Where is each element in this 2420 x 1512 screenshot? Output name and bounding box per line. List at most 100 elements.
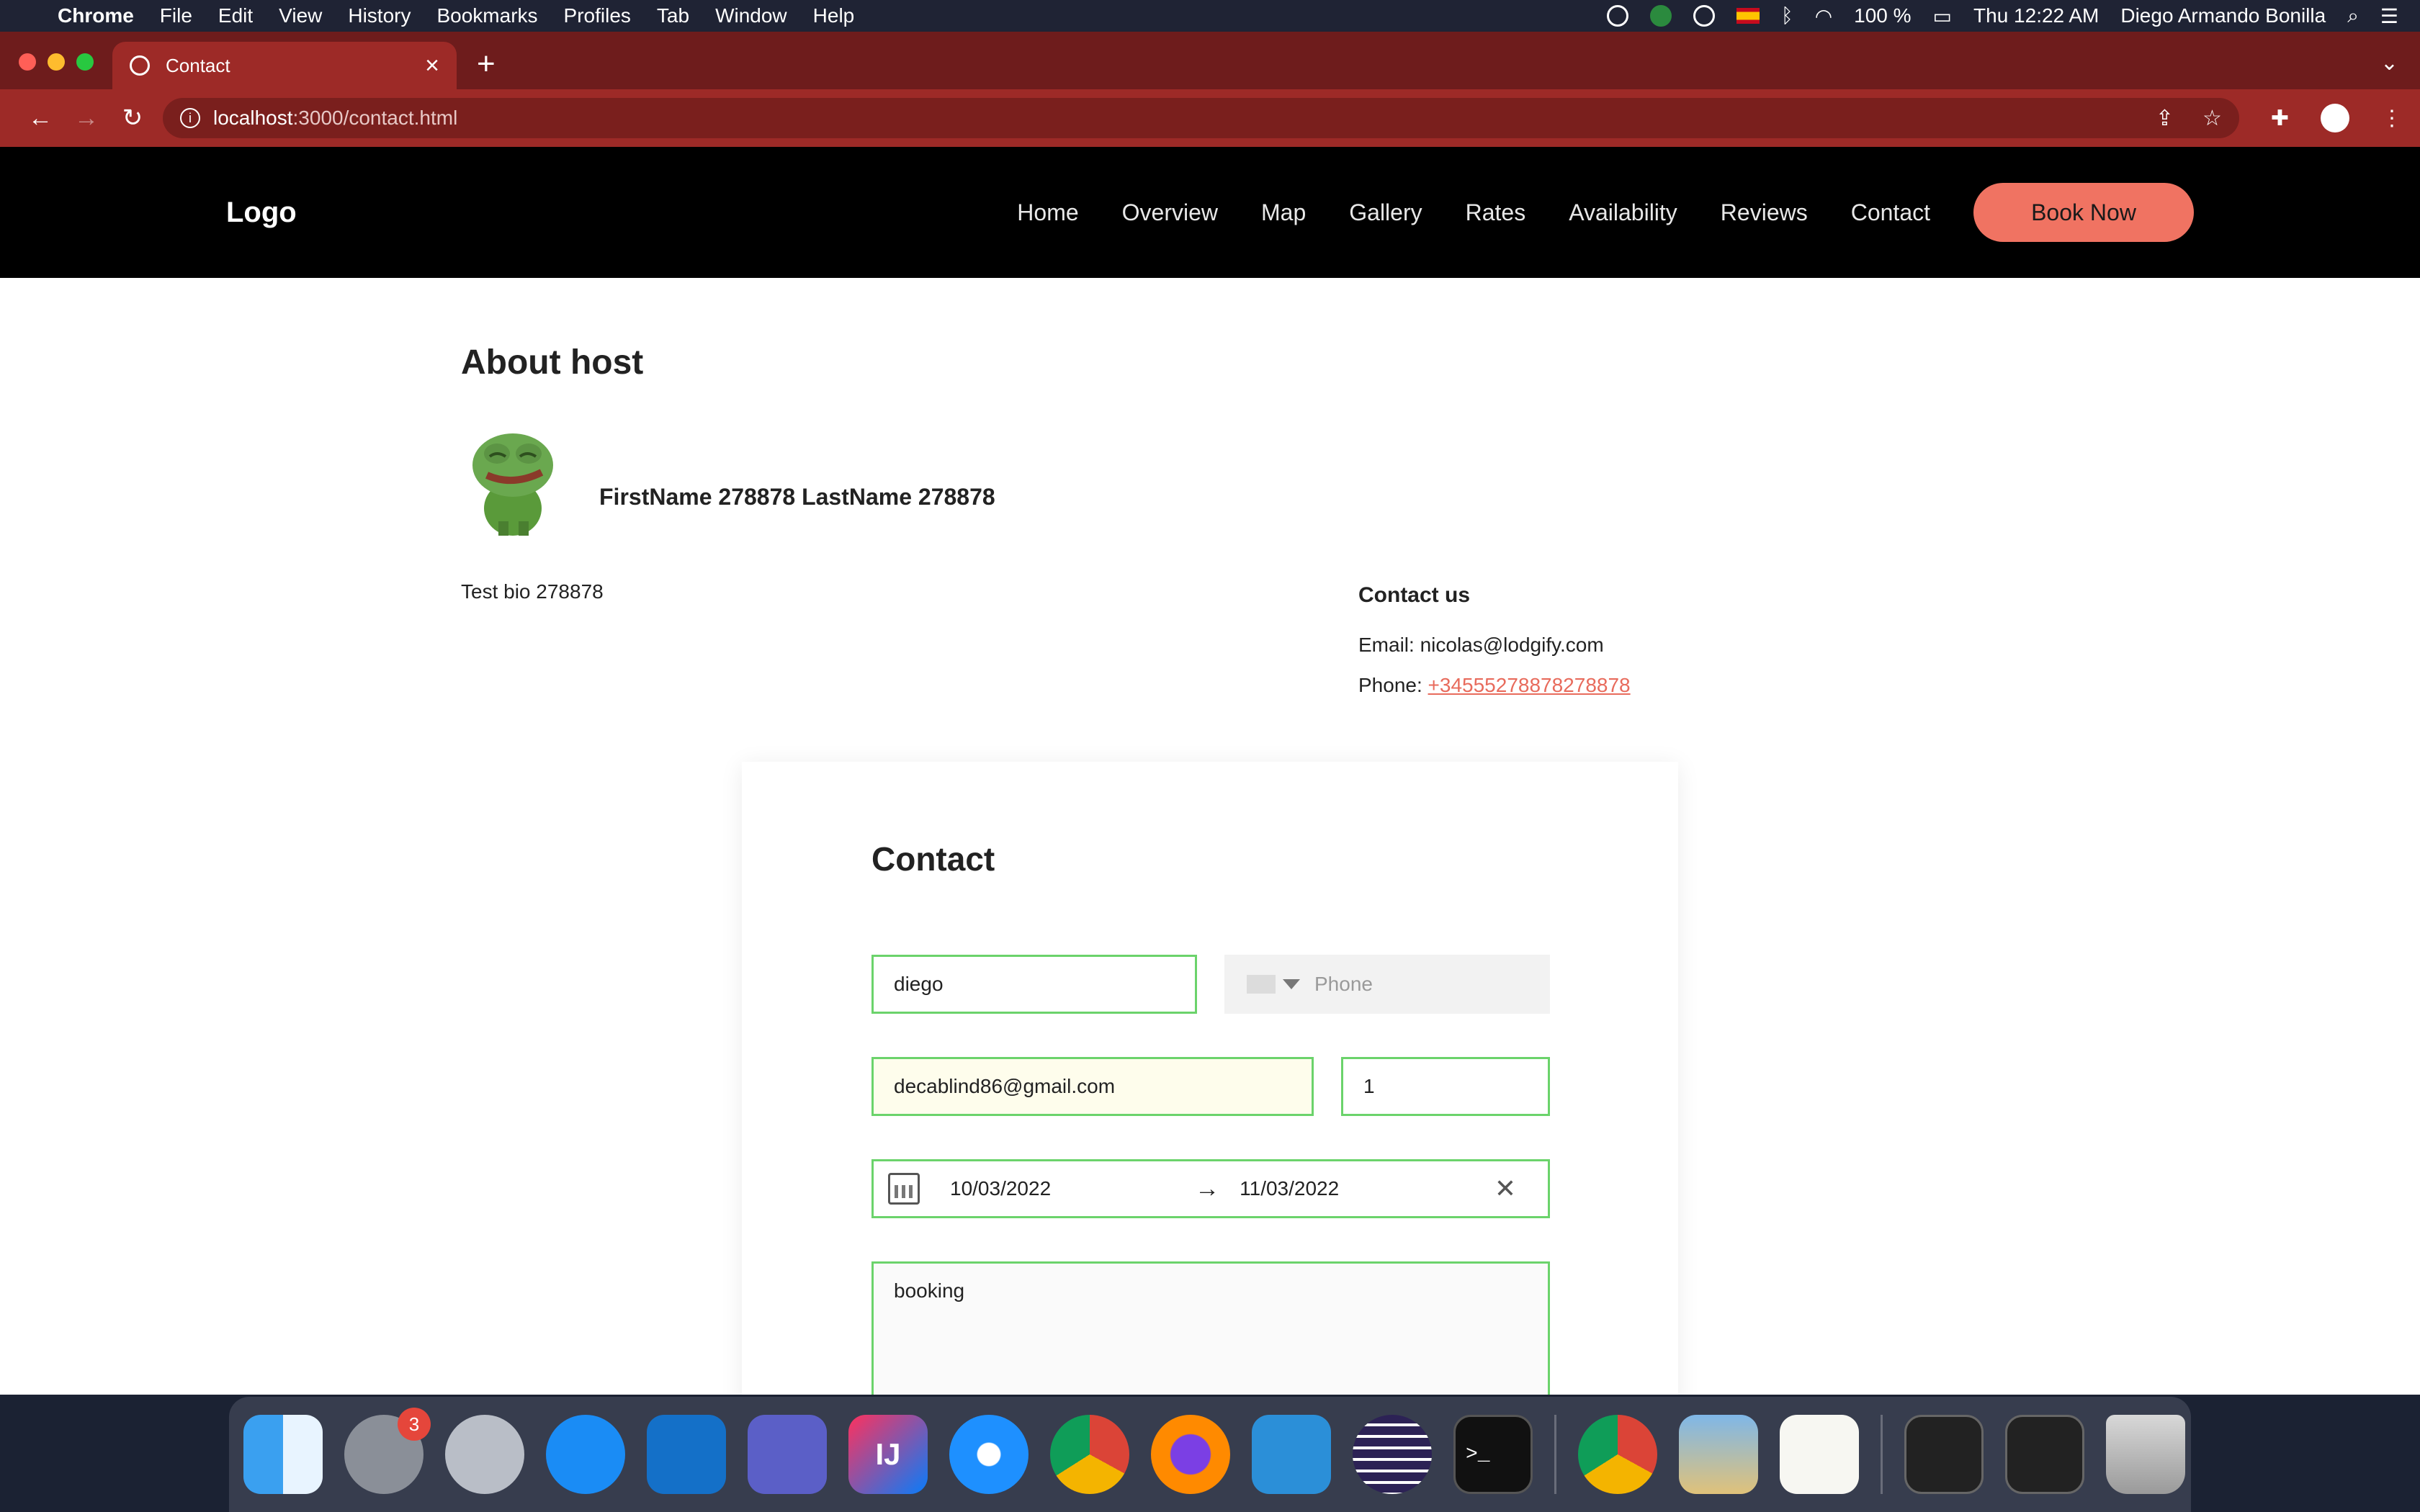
firefox-icon[interactable] xyxy=(1151,1415,1230,1494)
extensions-puzzle-icon[interactable]: ✚ xyxy=(2271,106,2289,131)
page-content: About host FirstName 278878 LastName 278… xyxy=(0,278,2420,1395)
date-range-picker[interactable]: 10/03/2022 → 11/03/2022 ✕ xyxy=(871,1159,1550,1218)
input-source-flag-icon[interactable] xyxy=(1736,8,1760,24)
address-bar[interactable]: i localhost:3000/contact.html ⇪ ☆ xyxy=(163,98,2239,138)
status-icon[interactable] xyxy=(1693,5,1715,27)
share-icon[interactable]: ⇪ xyxy=(2156,106,2174,131)
new-tab-icon[interactable]: + xyxy=(477,46,496,82)
nav-home[interactable]: Home xyxy=(1017,199,1078,226)
maximize-window-icon[interactable] xyxy=(76,53,94,71)
site-info-icon[interactable]: i xyxy=(180,108,200,128)
clear-dates-icon[interactable]: ✕ xyxy=(1494,1174,1516,1204)
forward-arrow-icon[interactable]: → xyxy=(63,104,109,132)
launchpad-icon[interactable] xyxy=(445,1415,524,1494)
host-avatar xyxy=(472,433,553,536)
email-field-value: decablind86@gmail.com xyxy=(894,1075,1116,1097)
site-logo[interactable]: Logo xyxy=(226,197,297,229)
chevron-down-icon[interactable]: ⌄ xyxy=(2380,50,2398,76)
nav-map[interactable]: Map xyxy=(1261,199,1306,226)
finder-icon[interactable] xyxy=(243,1415,323,1494)
status-icon[interactable] xyxy=(1606,5,1628,27)
nav-reviews[interactable]: Reviews xyxy=(1721,199,1808,226)
menu-window[interactable]: Window xyxy=(715,4,787,27)
battery-percent[interactable]: 100 % xyxy=(1854,4,1911,27)
nav-availability[interactable]: Availability xyxy=(1569,199,1677,226)
battery-icon[interactable]: ▭ xyxy=(1933,4,1952,28)
app-store-icon[interactable] xyxy=(546,1415,625,1494)
browser-toolbar: ← → ↻ i localhost:3000/contact.html ⇪ ☆ … xyxy=(0,89,2420,147)
phone-label: Phone: xyxy=(1358,674,1428,696)
window-thumbnail-icon[interactable] xyxy=(1904,1415,1984,1494)
wifi-icon[interactable]: ◠ xyxy=(1815,4,1832,28)
browser-tab[interactable]: Contact × xyxy=(112,42,457,89)
trash-icon[interactable] xyxy=(2106,1415,2185,1494)
safari-icon[interactable] xyxy=(949,1415,1028,1494)
profile-avatar-icon[interactable] xyxy=(2321,104,2349,132)
control-center-icon[interactable]: ☰ xyxy=(2380,4,2398,28)
terminal-icon[interactable]: >_ xyxy=(1453,1415,1533,1494)
host-name: FirstName 278878 LastName 278878 xyxy=(599,484,995,510)
guests-field-value: 1 xyxy=(1363,1075,1375,1097)
window-thumbnail-icon[interactable] xyxy=(2005,1415,2084,1494)
calendar-icon xyxy=(888,1173,920,1205)
menu-view[interactable]: View xyxy=(279,4,322,27)
macos-dock: 3 IJ >_ xyxy=(229,1397,2191,1512)
date-from[interactable]: 10/03/2022 xyxy=(950,1177,1051,1200)
phone-link[interactable]: +34555278878278878 xyxy=(1428,674,1631,696)
menubar-status-area: ᛒ ◠ 100 % ▭ Thu 12:22 AM Diego Armando B… xyxy=(1606,4,2398,28)
system-preferences-icon[interactable]: 3 xyxy=(344,1408,431,1494)
host-bio: Test bio 278878 xyxy=(461,580,604,603)
book-now-button[interactable]: Book Now xyxy=(1973,183,2194,242)
intellij-icon[interactable]: IJ xyxy=(848,1415,928,1494)
menu-profiles[interactable]: Profiles xyxy=(564,4,631,27)
vscode-icon[interactable] xyxy=(1252,1415,1331,1494)
contact-form-title: Contact xyxy=(871,840,995,878)
contact-form-card: Contact diego Phone decablind86@gmail.co… xyxy=(742,762,1678,1395)
menu-edit[interactable]: Edit xyxy=(218,4,253,27)
macos-menubar: Chrome File Edit View History Bookmarks … xyxy=(0,0,2420,32)
email-label: Email: xyxy=(1358,634,1420,656)
back-arrow-icon[interactable]: ← xyxy=(17,104,63,132)
bluetooth-icon[interactable]: ᛒ xyxy=(1781,4,1793,27)
user-name[interactable]: Diego Armando Bonilla xyxy=(2120,4,2326,27)
nav-rates[interactable]: Rates xyxy=(1466,199,1526,226)
textedit-icon[interactable] xyxy=(1780,1415,1859,1494)
reload-icon[interactable]: ↻ xyxy=(109,104,156,132)
country-flag-icon[interactable] xyxy=(1247,975,1276,994)
caret-down-icon[interactable] xyxy=(1283,979,1300,989)
outlook-icon[interactable] xyxy=(647,1415,726,1494)
chrome-icon[interactable] xyxy=(1578,1415,1657,1494)
site-header: Logo Home Overview Map Gallery Rates Ava… xyxy=(0,147,2420,278)
window-controls xyxy=(19,53,94,71)
clock[interactable]: Thu 12:22 AM xyxy=(1973,4,2099,27)
spotlight-search-icon[interactable]: ⌕ xyxy=(2347,4,2359,28)
minimize-window-icon[interactable] xyxy=(48,53,65,71)
arrow-right-icon: → xyxy=(1195,1174,1220,1202)
status-icon[interactable] xyxy=(1649,5,1672,27)
nav-gallery[interactable]: Gallery xyxy=(1349,199,1422,226)
menu-bookmarks[interactable]: Bookmarks xyxy=(436,4,537,27)
chrome-icon[interactable] xyxy=(1050,1415,1129,1494)
menu-tab[interactable]: Tab xyxy=(657,4,689,27)
email-field[interactable]: decablind86@gmail.com xyxy=(871,1057,1314,1116)
menu-file[interactable]: File xyxy=(160,4,192,27)
about-host-title: About host xyxy=(461,343,644,382)
teams-icon[interactable] xyxy=(748,1415,827,1494)
nav-overview[interactable]: Overview xyxy=(1122,199,1218,226)
bookmark-star-icon[interactable]: ☆ xyxy=(2202,106,2222,131)
date-to[interactable]: 11/03/2022 xyxy=(1240,1177,1339,1200)
close-window-icon[interactable] xyxy=(19,53,36,71)
site-nav: Home Overview Map Gallery Rates Availabi… xyxy=(1017,183,2194,242)
guests-field[interactable]: 1 xyxy=(1341,1057,1550,1116)
menu-app-name[interactable]: Chrome xyxy=(58,4,134,27)
more-menu-icon[interactable]: ⋮ xyxy=(2381,106,2403,131)
phone-field[interactable]: Phone xyxy=(1224,955,1550,1014)
name-field[interactable]: diego xyxy=(871,955,1197,1014)
close-tab-icon[interactable]: × xyxy=(425,52,439,80)
menu-help[interactable]: Help xyxy=(813,4,855,27)
menu-history[interactable]: History xyxy=(348,4,411,27)
message-field[interactable]: booking xyxy=(871,1261,1550,1395)
nav-contact[interactable]: Contact xyxy=(1851,199,1930,226)
preview-icon[interactable] xyxy=(1679,1415,1758,1494)
eclipse-icon[interactable] xyxy=(1353,1415,1432,1494)
